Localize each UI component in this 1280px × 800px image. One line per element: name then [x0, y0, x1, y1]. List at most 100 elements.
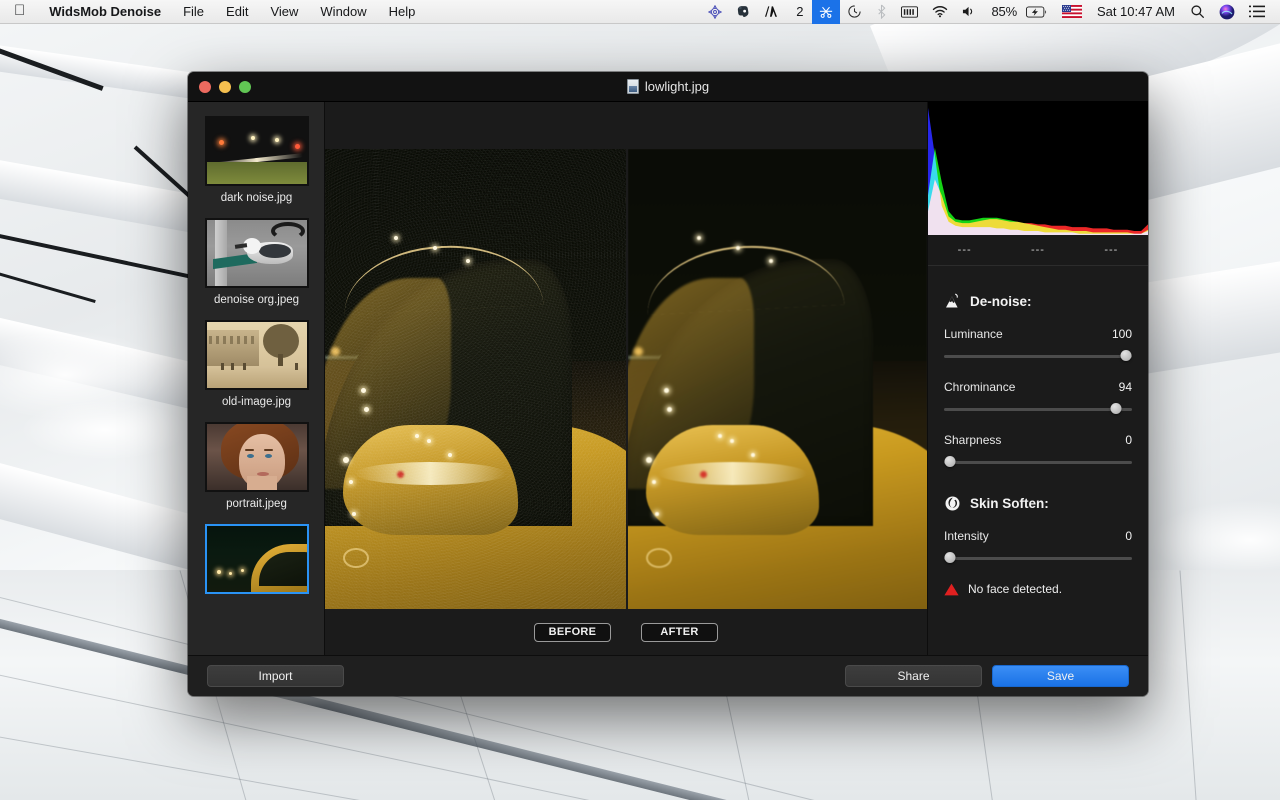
image-comparison-viewer: BEFORE AFTER: [325, 102, 927, 655]
menu-app-name[interactable]: WidsMob Denoise: [38, 0, 172, 24]
before-button[interactable]: BEFORE: [534, 622, 611, 642]
battery-percent-label[interactable]: 85%: [984, 4, 1019, 19]
apple-logo-icon[interactable]: : [0, 0, 38, 24]
histogram-tick-midtones: ---: [1030, 244, 1045, 256]
battery-charging-icon[interactable]: [1019, 0, 1055, 24]
skin-soften-section-header: Skin Soften:: [944, 495, 1132, 512]
evernote-icon[interactable]: [729, 0, 758, 24]
chrominance-slider[interactable]: [944, 403, 1132, 415]
bluetooth-icon[interactable]: [869, 0, 894, 24]
menu-bar-clock[interactable]: Sat 10:47 AM: [1089, 0, 1183, 24]
thumbnail-item-denoise-org[interactable]: denoise org.jpeg: [188, 204, 324, 306]
slider-knob[interactable]: [1110, 403, 1122, 414]
thumb-art: [206, 526, 307, 592]
menu-edit[interactable]: Edit: [215, 0, 259, 24]
wifi-icon[interactable]: [925, 0, 955, 24]
intensity-slider[interactable]: [944, 552, 1132, 564]
before-after-panes: [325, 149, 927, 609]
menu-window[interactable]: Window: [309, 0, 377, 24]
before-image: [325, 149, 626, 609]
thumbnail-item-dark-noise[interactable]: dark noise.jpg: [188, 102, 324, 204]
floor-line: [0, 726, 1280, 800]
chrominance-control: Chrominance 94: [944, 380, 1132, 415]
thumbnail-item-lowlight-selected[interactable]: [188, 510, 324, 600]
thumbnail-image[interactable]: [204, 524, 309, 594]
compass-icon[interactable]: [701, 0, 729, 24]
luminance-row: Luminance 100: [944, 327, 1132, 341]
intensity-label: Intensity: [944, 529, 989, 543]
thumbnail-label: portrait.jpeg: [226, 498, 287, 510]
histogram-series-green: [928, 147, 1148, 235]
denoise-mountain-icon: [944, 293, 961, 310]
window-footer: Import Share Save: [188, 655, 1148, 696]
sharpness-label: Sharpness: [944, 433, 1002, 447]
rgb-histogram: [928, 102, 1148, 235]
document-icon: [626, 79, 639, 94]
thumbnail-label: old-image.jpg: [221, 396, 292, 408]
thumbnail-image[interactable]: [204, 422, 309, 492]
close-button[interactable]: [199, 81, 211, 93]
sharpness-control: Sharpness 0: [944, 433, 1132, 468]
us-flag-icon[interactable]: [1055, 0, 1089, 24]
luminance-slider[interactable]: [944, 350, 1132, 362]
skin-soften-section: Skin Soften: Intensity 0 No face detecte…: [928, 495, 1148, 596]
denoise-section-header: De-noise:: [944, 293, 1132, 310]
luminance-value: 100: [1111, 327, 1132, 341]
thumbnail-sidebar[interactable]: dark noise.jpg denoise org.jpeg old-imag…: [188, 102, 325, 655]
thumbnail-image[interactable]: [204, 320, 309, 390]
wallpaper-light: [20, 400, 190, 460]
denoise-title: De-noise:: [970, 294, 1032, 309]
histogram-tick-labels: --- --- ---: [928, 235, 1148, 266]
histogram-plot: [928, 108, 1148, 235]
thumbnail-label: dark noise.jpg: [220, 192, 293, 204]
thumb-art: [206, 424, 307, 490]
histogram-tick-highlights: ---: [1104, 244, 1119, 256]
chrominance-value: 94: [1118, 380, 1132, 394]
adjustments-panel: --- --- --- De-noise: Luminance 100 Chro…: [927, 102, 1148, 655]
slider-knob[interactable]: [944, 552, 956, 563]
thumbnail-item-old-image[interactable]: old-image.jpg: [188, 306, 324, 408]
zoom-button[interactable]: [239, 81, 251, 93]
thumbnail-image[interactable]: [204, 116, 309, 186]
siri-icon[interactable]: [1212, 0, 1242, 24]
battery-bar-icon[interactable]: [894, 0, 925, 24]
menu-file[interactable]: File: [172, 0, 215, 24]
search-icon[interactable]: [1183, 0, 1212, 24]
chrominance-row: Chrominance 94: [944, 380, 1132, 394]
window-title-group: lowlight.jpg: [626, 79, 710, 94]
menu-help[interactable]: Help: [378, 0, 427, 24]
thumbnail-image[interactable]: [204, 218, 309, 288]
intensity-value: 0: [1125, 529, 1132, 543]
intensity-control: Intensity 0: [944, 529, 1132, 564]
save-button[interactable]: Save: [992, 665, 1129, 687]
no-face-warning: No face detected.: [944, 582, 1132, 596]
before-after-toolbar: BEFORE AFTER: [325, 609, 927, 655]
after-image: [628, 149, 927, 609]
histogram-tick-shadows: ---: [957, 244, 972, 256]
a-logo-badge: 2: [796, 3, 804, 19]
minimize-button[interactable]: [219, 81, 231, 93]
menu-view[interactable]: View: [259, 0, 309, 24]
slider-knob[interactable]: [944, 456, 956, 467]
sharpness-slider[interactable]: [944, 456, 1132, 468]
volume-icon[interactable]: [955, 0, 984, 24]
after-pane[interactable]: [626, 149, 927, 609]
thumbnail-item-portrait[interactable]: portrait.jpeg: [188, 408, 324, 510]
slider-knob[interactable]: [1120, 350, 1132, 361]
macos-menu-bar:  WidsMob Denoise File Edit View Window …: [0, 0, 1280, 24]
slider-track: [944, 557, 1132, 560]
histogram-series-blue: [928, 108, 1148, 235]
screenshot-scissors-icon[interactable]: [811, 0, 840, 24]
list-menu-icon[interactable]: [1242, 0, 1272, 24]
skin-soften-title: Skin Soften:: [970, 496, 1049, 511]
import-button[interactable]: Import: [207, 665, 344, 687]
time-machine-icon[interactable]: [840, 0, 869, 24]
menu-bar-status-area: 2 85% Sat 10:47 AM: [701, 0, 1280, 24]
window-title-bar[interactable]: lowlight.jpg: [188, 72, 1148, 102]
share-button[interactable]: Share: [845, 665, 982, 687]
after-button[interactable]: AFTER: [641, 622, 718, 642]
before-pane[interactable]: [325, 149, 626, 609]
window-title: lowlight.jpg: [644, 79, 710, 94]
sharpness-value: 0: [1125, 433, 1132, 447]
a-logo-icon[interactable]: [758, 0, 788, 24]
